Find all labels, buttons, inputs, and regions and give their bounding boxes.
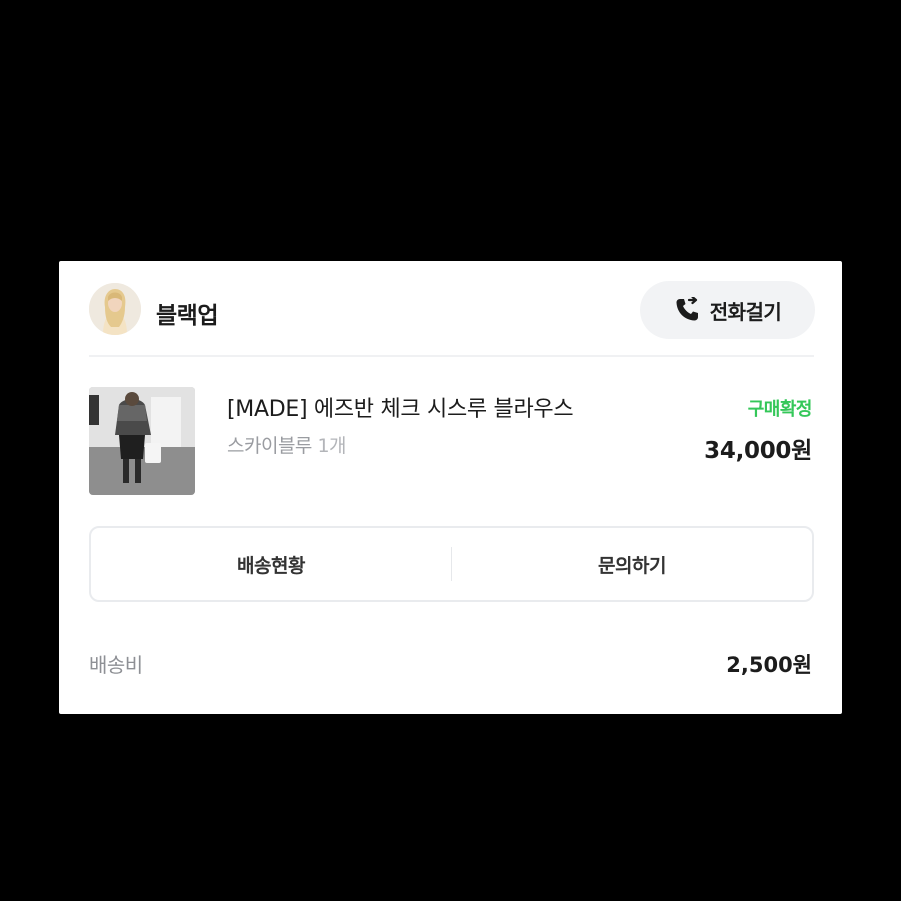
order-status-badge: 구매확정	[747, 399, 813, 420]
phone-forward-icon	[676, 297, 698, 321]
product-title[interactable]: [MADE] 에즈반 체크 시스루 블라우스	[227, 391, 574, 423]
shipping-fee-label: 배송비	[89, 653, 143, 677]
avatar-image	[89, 283, 141, 335]
product-item[interactable]: [MADE] 에즈반 체크 시스루 블라우스 스카이블루 1개 구매확정 34,…	[89, 387, 814, 497]
divider	[89, 355, 814, 357]
seller-avatar[interactable]	[89, 283, 141, 335]
shipping-fee-value: 2,500원	[726, 653, 812, 677]
seller-header: 블랙업 전화걸기	[89, 281, 815, 343]
product-quantity: 1개	[317, 435, 347, 457]
seller-name[interactable]: 블랙업	[156, 296, 218, 330]
order-card: 블랙업 전화걸기 [MADE] 에즈반 체크 시스루 블라우스 스카이블루 1개…	[59, 261, 842, 714]
call-button[interactable]: 전화걸기	[640, 281, 815, 339]
product-option: 스카이블루 1개	[227, 431, 347, 458]
inquiry-button[interactable]: 문의하기	[452, 528, 812, 600]
call-button-label: 전화걸기	[709, 299, 782, 324]
product-option-name: 스카이블루	[227, 435, 312, 457]
product-photo	[89, 387, 195, 495]
order-actions: 배송현황 문의하기	[89, 526, 814, 602]
product-thumbnail[interactable]	[89, 387, 195, 495]
product-price: 34,000원	[704, 438, 812, 464]
shipping-status-button[interactable]: 배송현황	[91, 528, 451, 600]
